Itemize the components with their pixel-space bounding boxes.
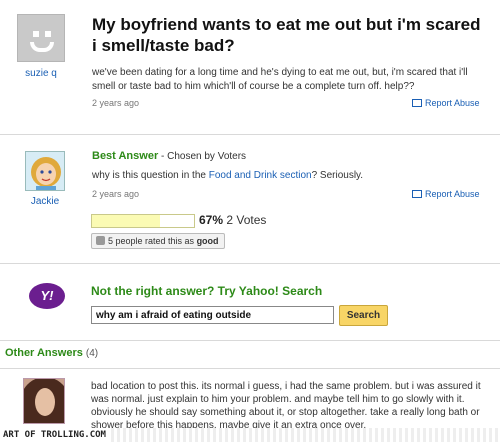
cartoon-avatar-icon bbox=[26, 152, 64, 190]
flag-icon bbox=[412, 190, 422, 198]
vote-count: 2 Votes bbox=[223, 213, 267, 227]
yahoo-logo[interactable]: Y! bbox=[29, 283, 65, 309]
question-body: we've been dating for a long time and he… bbox=[92, 67, 468, 92]
answer-timestamp: 2 years ago bbox=[92, 189, 140, 199]
vote-percentage-fill bbox=[92, 215, 161, 227]
thumbs-up-icon bbox=[96, 236, 105, 245]
answerer-name-link[interactable]: Jackie bbox=[14, 196, 76, 207]
report-abuse-label: Report Abuse bbox=[425, 189, 480, 199]
other-answer-text: bad location to post this. its normal i … bbox=[91, 381, 481, 431]
answer-text-after: ? Seriously. bbox=[311, 170, 364, 181]
answer-text-before: why is this question in the bbox=[92, 170, 209, 181]
divider bbox=[0, 134, 500, 135]
other-answerer-avatar[interactable] bbox=[23, 378, 65, 424]
category-link[interactable]: Food and Drink section bbox=[209, 170, 312, 181]
report-abuse-label: Report Abuse bbox=[425, 98, 480, 108]
vote-percentage-bar bbox=[91, 214, 195, 228]
best-answer-text: why is this question in the Food and Dri… bbox=[92, 170, 363, 181]
other-answers-count: (4) bbox=[85, 348, 99, 359]
search-prompt: Not the right answer? Try Yahoo! Search bbox=[91, 284, 323, 298]
question-report-abuse-link[interactable]: Report Abuse bbox=[412, 98, 480, 108]
rating-word: good bbox=[196, 236, 219, 246]
divider bbox=[0, 368, 500, 369]
rating-text: 5 people rated this as bbox=[108, 236, 197, 246]
avatar-eye-left bbox=[33, 31, 39, 37]
answer-report-abuse-link[interactable]: Report Abuse bbox=[412, 189, 480, 199]
search-button[interactable]: Search bbox=[339, 305, 388, 326]
asker-name-link[interactable]: suzie q bbox=[14, 68, 68, 79]
divider bbox=[0, 340, 500, 341]
rating-button[interactable]: 5 people rated this as good bbox=[91, 233, 225, 249]
flag-icon bbox=[412, 99, 422, 107]
watermark-text: ART OF TROLLING.COM bbox=[0, 428, 109, 442]
best-answer-label: Best Answer bbox=[92, 150, 159, 162]
watermark-strip: ART OF TROLLING.COM bbox=[0, 428, 500, 442]
avatar-face bbox=[35, 388, 55, 416]
vote-percentage: 67% bbox=[199, 213, 224, 227]
best-answer-header: Best Answer - Chosen by Voters bbox=[92, 150, 246, 162]
question-timestamp: 2 years ago bbox=[92, 98, 140, 108]
divider bbox=[0, 263, 500, 264]
search-input[interactable] bbox=[91, 306, 334, 324]
other-answers-header: Other Answers (4) bbox=[5, 347, 98, 359]
other-answers-title: Other Answers bbox=[5, 347, 83, 359]
asker-avatar[interactable] bbox=[17, 14, 65, 62]
chosen-by-label: - Chosen by Voters bbox=[158, 151, 247, 162]
answerer-avatar[interactable] bbox=[25, 151, 65, 191]
avatar-eye-right bbox=[45, 31, 51, 37]
question-title: My boyfriend wants to eat me out but i'm… bbox=[92, 15, 481, 55]
avatar-smile bbox=[30, 42, 54, 52]
vote-summary: 67% 2 Votes bbox=[199, 213, 266, 227]
